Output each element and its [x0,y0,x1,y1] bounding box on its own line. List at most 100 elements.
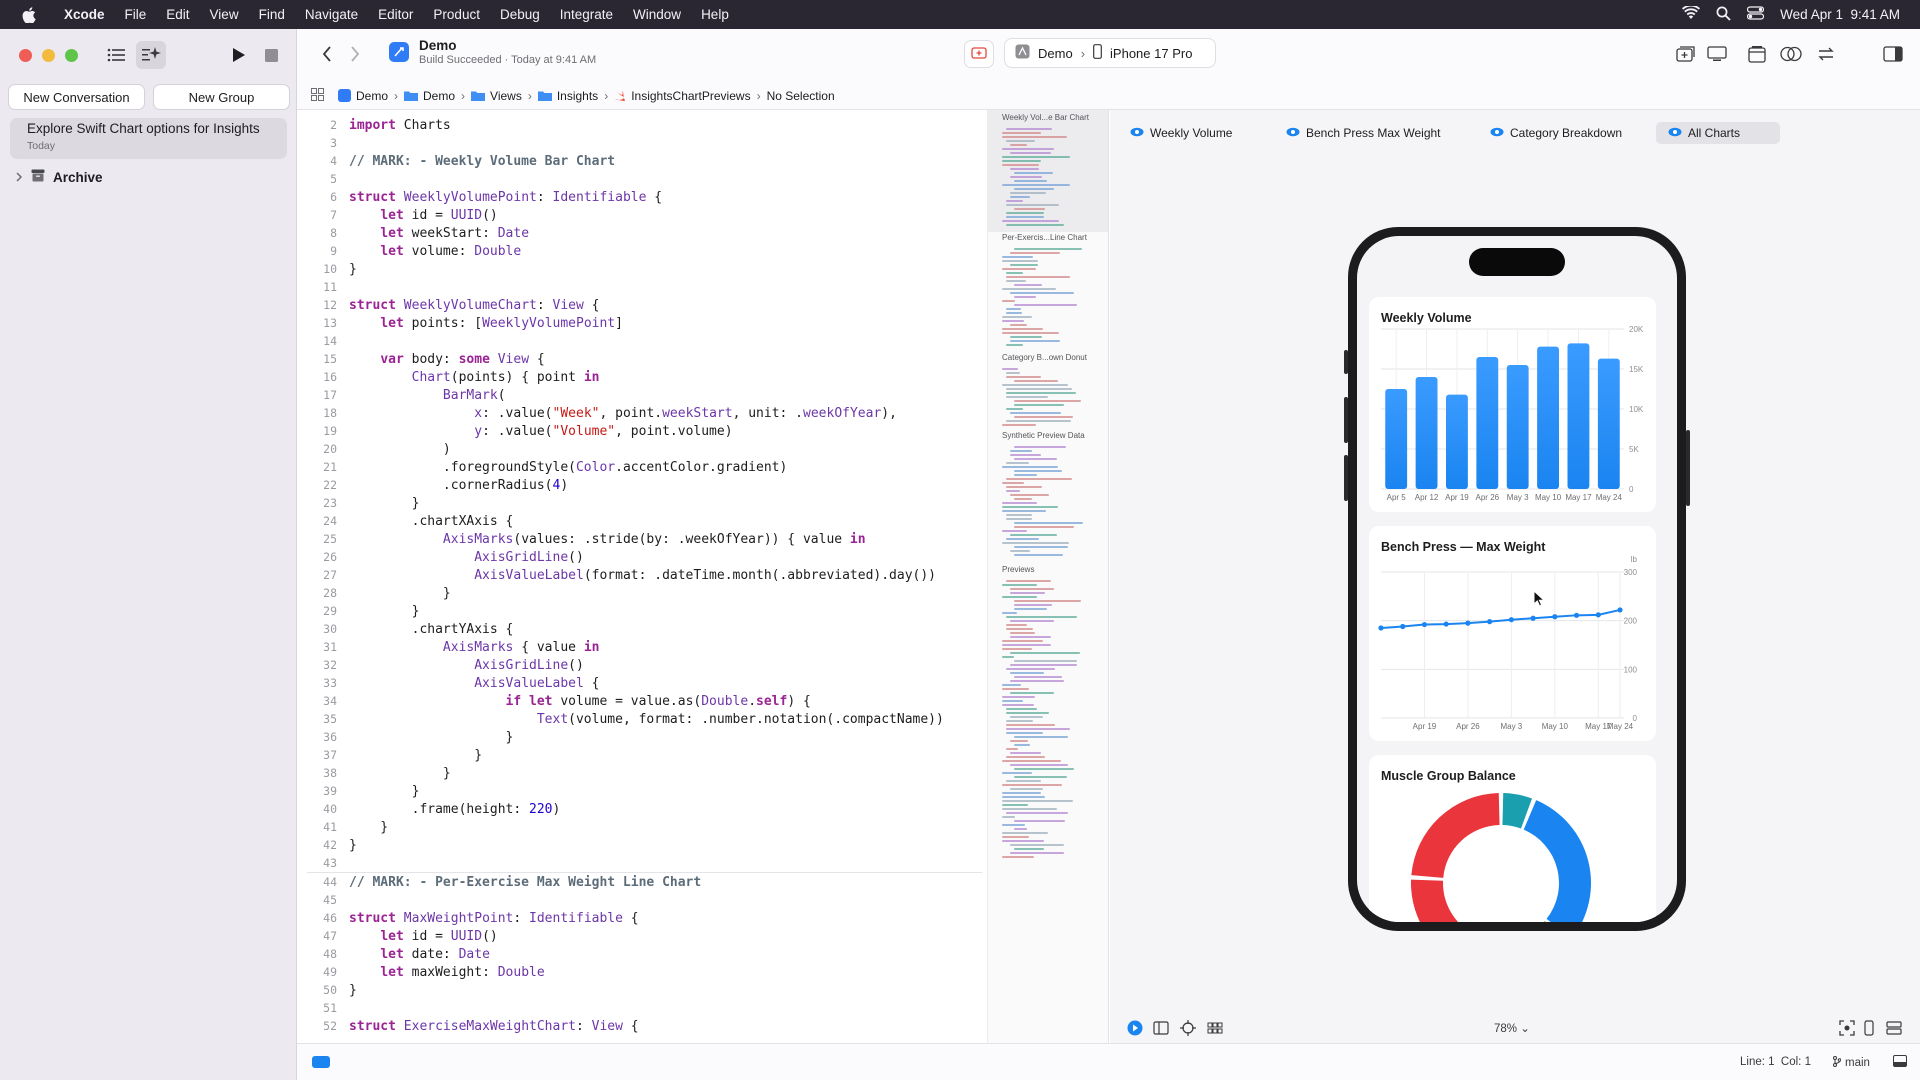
scheme-name: Demo [1038,45,1073,61]
minimap-line [1010,592,1046,594]
tab-weekly-volume[interactable]: Weekly Volume [1118,122,1270,144]
navigator-list-icon[interactable] [102,41,130,69]
bar-y-tick-label: 5K [1629,445,1639,454]
breadcrumb-project[interactable]: Demo [338,89,388,103]
wifi-icon[interactable] [1682,4,1701,23]
add-library-icon[interactable] [1672,40,1700,68]
disclosure-chevron-icon[interactable] [16,170,23,185]
stop-button[interactable] [258,41,284,69]
breadcrumb-folder-views[interactable]: Views [471,89,522,103]
live-preview-play-icon[interactable] [1127,1020,1143,1041]
related-items-grid-icon[interactable] [311,87,324,104]
menu-integrate[interactable]: Integrate [560,7,613,22]
coding-intelligence-sparkle-icon[interactable] [136,41,166,69]
menu-app-xcode[interactable]: Xcode [64,7,105,22]
compare-icon[interactable] [1777,40,1805,68]
menu-editor[interactable]: Editor [378,7,413,22]
run-button[interactable] [226,41,252,69]
menubar-clock[interactable]: Wed Apr 1 9:41 AM [1780,7,1900,22]
conversation-date: Today [27,140,56,152]
eye-icon [1490,126,1504,140]
breadcrumb-folder-demo[interactable]: Demo [404,89,455,103]
breadcrumb-file[interactable]: InsightsChartPreviews [614,89,751,103]
minimap-line [1010,144,1027,146]
menu-file[interactable]: File [125,7,147,22]
zoom-to-fit-icon[interactable] [1839,1020,1855,1041]
minimap-line [1002,384,1068,386]
bar-x-tick-label: May 17 [1565,493,1592,502]
tab-category-breakdown[interactable]: Category Breakdown [1478,122,1652,144]
iphone-screen[interactable]: Weekly Volume 20K 15K 10K 5K 0 Apr 5 Apr 12 Apr… [1357,236,1677,922]
forward-chevron-icon[interactable] [343,42,367,66]
tab-bench-press-label: Bench Press Max Weight [1306,126,1441,140]
scheme-device-selector[interactable]: Demo › iPhone 17 Pro [1004,38,1216,68]
selectable-mode-icon[interactable] [1153,1020,1169,1041]
minimap-line [1014,208,1046,210]
back-chevron-icon[interactable] [315,42,339,66]
minimap-line [1006,712,1049,714]
folder-icon [404,91,419,101]
window-close-button[interactable] [19,49,32,62]
code-line: 32 AxisGridLine() [323,658,584,673]
tab-all-charts[interactable]: All Charts [1656,122,1780,144]
menu-edit[interactable]: Edit [166,7,189,22]
minimap-line [1002,836,1030,838]
minimap-line [1002,164,1040,166]
code-line: 17 BarMark( [323,388,506,403]
code-line: 46 struct MaxWeightPoint: Identifiable { [323,911,639,926]
menu-navigate[interactable]: Navigate [305,7,358,22]
bar-y-tick-label: 15K [1629,365,1644,374]
menu-product[interactable]: Product [433,7,480,22]
minimap-line [1010,788,1043,790]
panel-toggle-icon[interactable] [1893,1055,1907,1070]
spotlight-search-icon[interactable] [1716,6,1731,24]
tab-bench-press-max-weight[interactable]: Bench Press Max Weight [1274,122,1474,144]
menu-window[interactable]: Window [633,7,681,22]
control-center-icon[interactable] [1747,6,1765,23]
minimap-line [1014,522,1083,524]
line-point [1530,615,1536,621]
zoom-level[interactable]: 78% ⌄ [1494,1021,1530,1035]
window-zoom-button[interactable] [65,49,78,62]
window-minimize-button[interactable] [42,49,55,62]
code-line: 47 let id = UUID() [323,929,498,944]
menu-help[interactable]: Help [701,7,729,22]
menu-view[interactable]: View [210,7,239,22]
debug-area-toggle-icon[interactable] [312,1056,330,1071]
apple-icon[interactable] [18,4,40,26]
breadcrumb-folder-insights[interactable]: Insights [537,89,598,103]
project-status[interactable]: Demo Build Succeeded · Today at 9:41 AM [389,38,596,66]
menu-find[interactable]: Find [259,7,285,22]
conversation-item[interactable]: Explore Swift Chart options for Insights… [10,118,287,159]
breadcrumb-selection[interactable]: No Selection [767,89,835,103]
minimap-line [1002,316,1032,318]
editor-layout-icon[interactable] [1743,40,1771,68]
source-editor[interactable]: 2 import Charts 3 4// MARK: - Weekly Volu… [297,110,987,1043]
new-group-button[interactable]: New Group [153,84,290,110]
new-conversation-button[interactable]: New Conversation [8,84,145,110]
device-settings-icon[interactable] [1180,1020,1196,1041]
canvas-toggle-icon[interactable] [1703,40,1731,68]
canvas-settings-icon[interactable] [1886,1020,1902,1041]
minimap-section-label: Per-Exercis...Line Chart [1002,233,1087,242]
device-frame-icon[interactable] [1864,1020,1874,1041]
minimap[interactable]: Weekly Vol...e Bar Chart Per-Exercis...L… [987,110,1109,1043]
inspector-toggle-icon[interactable] [1879,40,1907,68]
iphone-preview-frame[interactable]: Weekly Volume 20K 15K 10K 5K 0 Apr 5 Apr 12 Apr… [1348,227,1686,931]
minimap-line [1002,704,1034,706]
branch-icon [1833,1056,1842,1070]
source-control-branch[interactable]: main [1833,1056,1870,1070]
add-message-icon[interactable] [964,40,994,68]
source-control-arrows-icon[interactable] [1812,40,1840,68]
menu-debug[interactable]: Debug [500,7,540,22]
minimap-line [1002,466,1059,468]
code-line: 42} [323,838,357,853]
code-line: 13 let points: [WeeklyVolumePoint] [323,316,623,331]
minimap-line [1010,652,1080,654]
bench-press-card: Bench Press — Max Weight lb 300 200 100 0 Apr… [1369,526,1656,741]
swift-file-icon [615,90,626,101]
variants-grid-icon[interactable] [1207,1020,1223,1041]
muscle-group-donut-chart [1411,793,1591,922]
minimap-line [1014,828,1027,830]
archive-group[interactable]: Archive [16,169,103,185]
